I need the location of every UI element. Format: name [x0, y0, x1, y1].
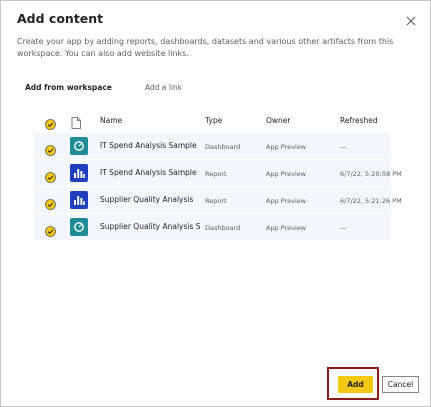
select-all-checkbox[interactable]: [45, 115, 56, 130]
row-name: IT Spend Analysis Sample: [100, 168, 197, 177]
column-header-refreshed[interactable]: Refreshed: [340, 116, 402, 125]
add-content-dialog: Add content Create your app by adding re…: [0, 0, 431, 407]
tab-add-from-workspace[interactable]: Add from workspace: [25, 83, 112, 92]
table-row[interactable]: Supplier Quality Analysis Report App Pre…: [34, 187, 402, 213]
row-owner: App Preview: [266, 197, 307, 205]
row-checkbox[interactable]: [45, 222, 56, 237]
table-row[interactable]: Supplier Quality Analysis S... Dashboard…: [34, 214, 391, 240]
close-icon[interactable]: [405, 12, 417, 26]
column-header-type[interactable]: Type: [205, 116, 257, 125]
tab-add-a-link[interactable]: Add a link: [145, 83, 182, 92]
table-row[interactable]: IT Spend Analysis Sample Report App Prev…: [34, 160, 402, 186]
row-name: Supplier Quality Analysis S...: [100, 222, 200, 231]
file-type-icon: [71, 114, 81, 129]
row-refreshed: —: [340, 143, 347, 151]
row-name: Supplier Quality Analysis: [100, 195, 194, 204]
table-header: Name Type Owner Refreshed: [34, 108, 391, 132]
row-type: Dashboard: [205, 143, 241, 151]
row-refreshed: —: [340, 224, 347, 232]
row-name: IT Spend Analysis Sample: [100, 141, 197, 150]
dashboard-icon: [70, 137, 88, 155]
row-checkbox[interactable]: [45, 195, 56, 210]
content-table: Name Type Owner Refreshed IT Spend Analy…: [34, 108, 402, 240]
cancel-button[interactable]: Cancel: [382, 376, 419, 393]
row-owner: App Preview: [266, 170, 307, 178]
add-button[interactable]: Add: [338, 376, 373, 393]
row-checkbox[interactable]: [45, 141, 56, 156]
column-header-name[interactable]: Name: [100, 116, 200, 125]
row-checkbox[interactable]: [45, 168, 56, 183]
dialog-title: Add content: [17, 11, 104, 26]
row-owner: App Preview: [266, 143, 307, 151]
dashboard-icon: [70, 218, 88, 236]
row-type: Report: [205, 197, 227, 205]
report-icon: [70, 191, 88, 209]
row-owner: App Preview: [266, 224, 307, 232]
row-type: Dashboard: [205, 224, 241, 232]
row-refreshed: 6/7/22, 5:21:26 PM: [340, 197, 402, 205]
table-row[interactable]: IT Spend Analysis Sample Dashboard App P…: [34, 133, 391, 159]
column-header-owner[interactable]: Owner: [266, 116, 326, 125]
dialog-description: Create your app by adding reports, dashb…: [17, 37, 394, 58]
row-type: Report: [205, 170, 227, 178]
row-refreshed: 6/7/22, 5:20:58 PM: [340, 170, 402, 178]
report-icon: [70, 164, 88, 182]
